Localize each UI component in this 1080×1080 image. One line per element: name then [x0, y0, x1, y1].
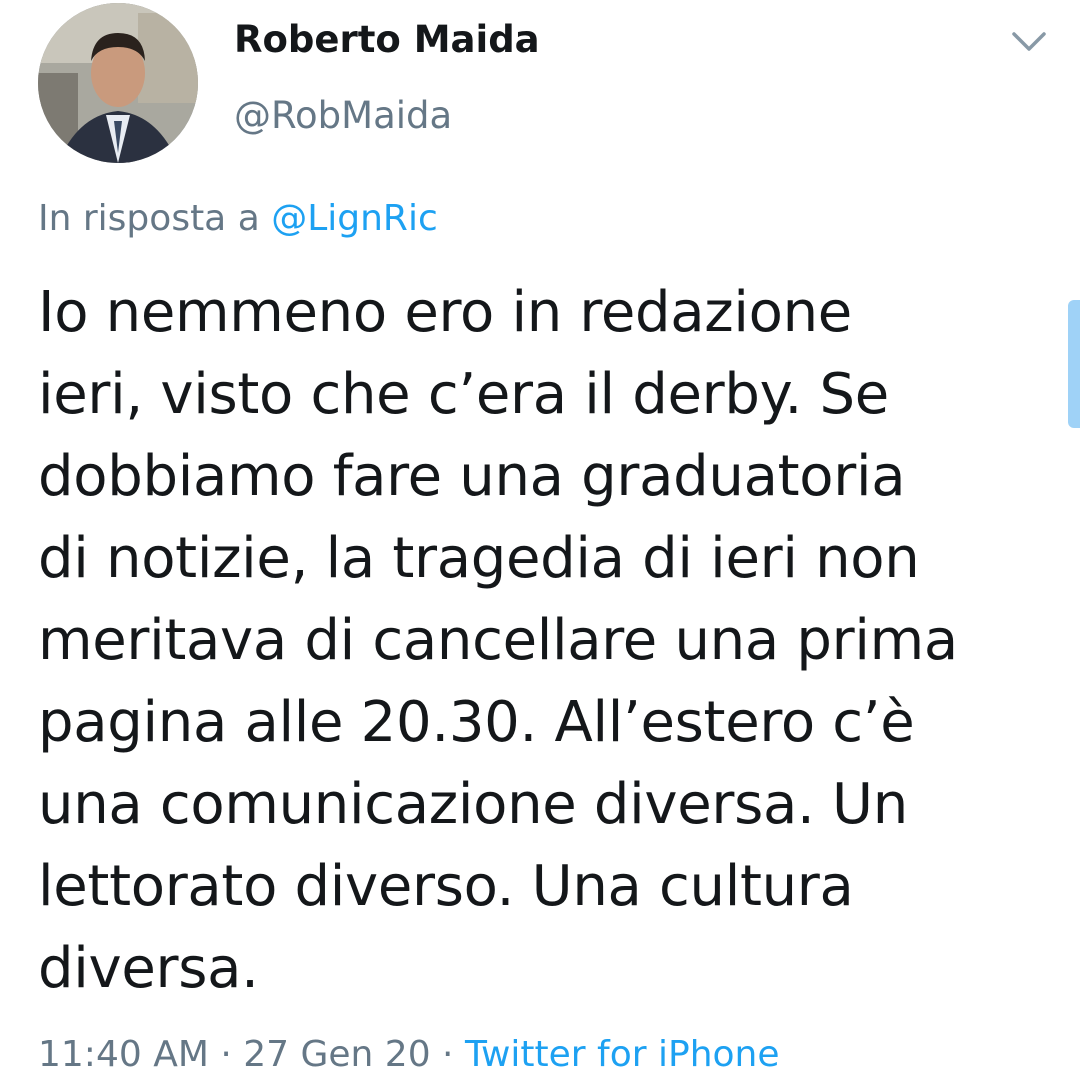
reply-context: In risposta a @LignRic: [38, 198, 438, 239]
tweet-time[interactable]: 11:40 AM: [38, 1034, 209, 1075]
author-name[interactable]: Roberto Maida: [234, 18, 540, 61]
chevron-down-icon[interactable]: [1008, 24, 1050, 60]
tweet-card: Roberto Maida @RobMaida In risposta a @L…: [0, 0, 1080, 1080]
avatar[interactable]: [38, 3, 198, 163]
tweet-source-link[interactable]: Twitter for iPhone: [465, 1034, 780, 1075]
meta-separator: ·: [430, 1034, 465, 1075]
reply-mention-link[interactable]: @LignRic: [271, 198, 438, 239]
scrollbar[interactable]: [1068, 300, 1080, 428]
tweet-date[interactable]: 27 Gen 20: [243, 1034, 430, 1075]
author-handle[interactable]: @RobMaida: [234, 94, 452, 137]
tweet-meta: 11:40 AM · 27 Gen 20 · Twitter for iPhon…: [38, 1034, 780, 1075]
meta-separator: ·: [208, 1034, 244, 1075]
profile-photo-icon: [38, 3, 198, 163]
reply-prefix: In risposta a: [38, 198, 272, 239]
tweet-text: Io nemmeno ero in redazione ieri, visto …: [38, 280, 958, 1001]
